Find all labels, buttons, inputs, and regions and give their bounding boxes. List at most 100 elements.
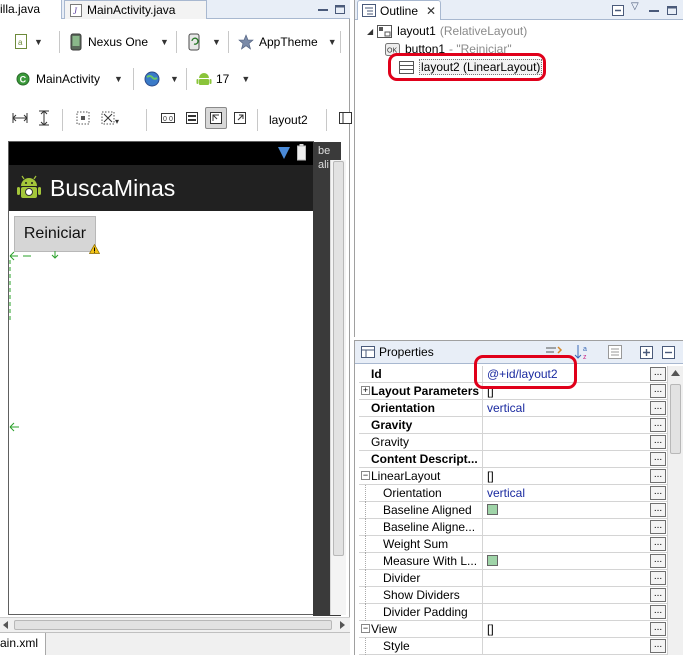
checkbox[interactable] xyxy=(487,555,498,566)
scroll-right-icon[interactable] xyxy=(338,621,346,629)
property-row[interactable]: − LinearLayout []... xyxy=(359,468,667,485)
ellipsis-button[interactable]: ... xyxy=(650,452,666,466)
property-row[interactable]: Style... xyxy=(359,638,667,655)
orientation-dropdown[interactable]: ▼ xyxy=(186,30,221,54)
reiniciar-button[interactable]: Reiniciar xyxy=(14,216,96,252)
minimize-icon[interactable] xyxy=(647,3,661,17)
xml-source-tab[interactable]: ain.xml xyxy=(0,633,46,655)
property-row[interactable]: − View []... xyxy=(359,621,667,638)
ellipsis-button[interactable]: ... xyxy=(650,418,666,432)
ellipsis-button[interactable]: ... xyxy=(650,503,666,517)
locale-dropdown[interactable]: ▼ xyxy=(144,67,179,91)
ellipsis-button[interactable]: ... xyxy=(650,401,666,415)
property-row[interactable]: Gravity... xyxy=(359,434,667,451)
property-value[interactable] xyxy=(482,604,651,621)
property-row[interactable]: Baseline Aligned... xyxy=(359,502,667,519)
property-value[interactable]: vertical xyxy=(482,400,651,417)
ellipsis-button[interactable]: ... xyxy=(650,605,666,619)
view-menu-icon[interactable]: ▽ xyxy=(631,1,639,12)
config-dropdown[interactable]: a ▼ xyxy=(14,30,43,54)
wrap-content-button[interactable] xyxy=(205,107,227,129)
ellipsis-button[interactable]: ... xyxy=(650,588,666,602)
property-row[interactable]: Divider... xyxy=(359,570,667,587)
expand-plus-icon[interactable]: + xyxy=(361,386,370,395)
margins-button[interactable] xyxy=(72,107,94,129)
device-dropdown[interactable]: Nexus One ▼ xyxy=(70,30,169,54)
property-value[interactable] xyxy=(482,570,651,587)
maximize-icon[interactable] xyxy=(333,2,347,16)
activity-dropdown[interactable]: C MainActivity ▼ xyxy=(16,67,123,91)
distribute-weights-button[interactable]: 00 xyxy=(157,107,179,129)
ellipsis-button[interactable]: ... xyxy=(650,469,666,483)
editor-tab-mainactivity-java[interactable]: J MainActivity.java xyxy=(64,0,207,19)
close-icon[interactable]: ✕ xyxy=(426,4,436,18)
match-parent-button[interactable] xyxy=(229,107,251,129)
property-value[interactable] xyxy=(482,553,651,570)
wifi-signal-icon xyxy=(278,147,290,159)
collapse-minus-icon[interactable]: − xyxy=(361,624,370,633)
outline-tab[interactable]: Outline ✕ xyxy=(357,0,441,20)
canvas-vertical-scrollbar[interactable] xyxy=(330,160,346,615)
ellipsis-button[interactable]: ... xyxy=(650,639,666,653)
theme-dropdown[interactable]: AppTheme ▼ xyxy=(238,30,337,54)
property-row[interactable]: Divider Padding... xyxy=(359,604,667,621)
advanced-properties-icon[interactable] xyxy=(608,345,622,359)
property-value[interactable] xyxy=(482,638,651,655)
star-icon xyxy=(238,34,254,50)
toggle-fill-height-button[interactable] xyxy=(33,107,55,129)
property-value[interactable] xyxy=(482,434,651,451)
property-value[interactable] xyxy=(482,536,651,553)
sort-az-icon[interactable]: az xyxy=(574,343,592,361)
property-row[interactable]: Content Descript...... xyxy=(359,451,667,468)
collapse-all-icon[interactable] xyxy=(611,4,625,17)
collapse-all-icon[interactable] xyxy=(662,346,675,359)
tree-item-layout1[interactable]: ◢ layout1 (RelativeLayout) xyxy=(367,22,527,40)
device-preview[interactable]: BuscaMinas Reiniciar xyxy=(8,141,341,616)
property-name: Layout Parameters xyxy=(371,384,480,398)
canvas-horizontal-scrollbar[interactable] xyxy=(0,617,350,632)
gravity-button[interactable]: ▾ xyxy=(99,107,121,129)
property-value[interactable]: [] xyxy=(482,468,651,485)
property-row[interactable]: Orientation vertical... xyxy=(359,400,667,417)
ellipsis-button[interactable]: ... xyxy=(650,384,666,398)
layout-columns-button[interactable] xyxy=(334,107,356,129)
expand-all-icon[interactable] xyxy=(640,346,653,359)
property-row[interactable]: Orientation vertical... xyxy=(359,485,667,502)
property-row[interactable]: Weight Sum... xyxy=(359,536,667,553)
api-level-dropdown[interactable]: 17 ▼ xyxy=(196,67,250,91)
expand-arrow-icon[interactable]: ◢ xyxy=(367,27,373,36)
editor-tab-illa-java[interactable]: illa.java xyxy=(0,0,62,19)
property-value[interactable]: [] xyxy=(482,621,651,638)
ellipsis-button[interactable]: ... xyxy=(650,367,666,381)
collapse-minus-icon[interactable]: − xyxy=(361,471,370,480)
property-name: Orientation xyxy=(371,401,436,415)
ellipsis-button[interactable]: ... xyxy=(650,554,666,568)
ellipsis-button[interactable]: ... xyxy=(650,520,666,534)
property-value[interactable]: vertical xyxy=(482,485,651,502)
minimize-icon[interactable] xyxy=(316,2,330,16)
ellipsis-button[interactable]: ... xyxy=(650,622,666,636)
toggle-fill-width-button[interactable] xyxy=(9,107,31,129)
scroll-thumb[interactable] xyxy=(670,384,681,454)
properties-vertical-scrollbar[interactable] xyxy=(667,366,683,655)
ellipsis-button[interactable]: ... xyxy=(650,571,666,585)
property-row[interactable]: Gravity... xyxy=(359,417,667,434)
property-value[interactable] xyxy=(482,519,651,536)
property-value[interactable] xyxy=(482,417,651,434)
property-value[interactable] xyxy=(482,451,651,468)
scroll-left-icon[interactable] xyxy=(2,621,10,629)
maximize-icon[interactable] xyxy=(665,3,679,17)
property-value[interactable] xyxy=(482,502,651,519)
baseline-button[interactable] xyxy=(181,107,203,129)
ellipsis-button[interactable]: ... xyxy=(650,537,666,551)
scroll-thumb[interactable] xyxy=(333,161,344,556)
ellipsis-button[interactable]: ... xyxy=(650,486,666,500)
property-row[interactable]: Baseline Aligne...... xyxy=(359,519,667,536)
ellipsis-button[interactable]: ... xyxy=(650,435,666,449)
scroll-thumb[interactable] xyxy=(14,620,332,630)
property-row[interactable]: Measure With L...... xyxy=(359,553,667,570)
property-value[interactable] xyxy=(482,587,651,604)
scroll-up-icon[interactable] xyxy=(671,369,680,376)
checkbox[interactable] xyxy=(487,504,498,515)
property-row[interactable]: Show Dividers... xyxy=(359,587,667,604)
